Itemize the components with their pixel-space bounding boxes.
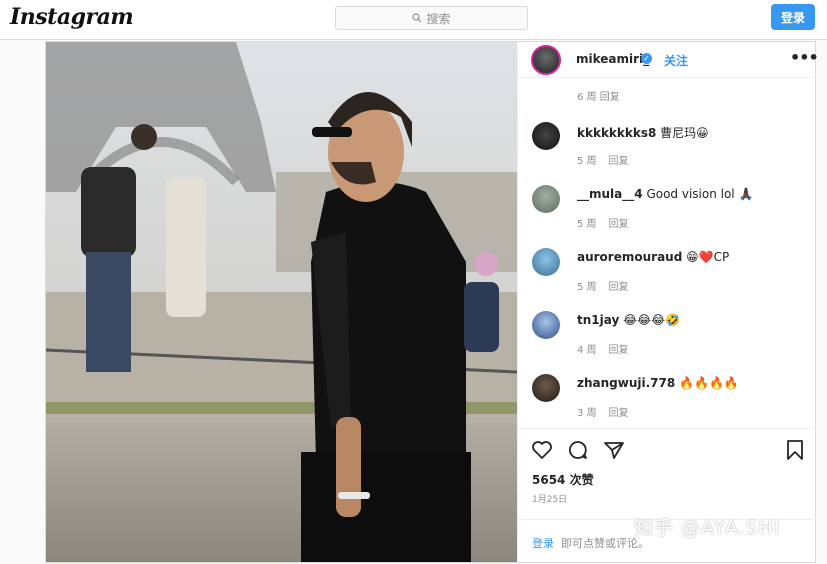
like-count[interactable]: 5654 次赞 [532, 471, 594, 488]
top-navigation-bar: Instagram 搜索 登录 [0, 0, 827, 40]
avatar[interactable] [532, 122, 560, 150]
bookmark-icon[interactable] [783, 438, 807, 462]
comment-item: tn1jay 😂😂😂🤣 4 周 回复 [518, 308, 816, 368]
comment-item: __mula__4 Good vision lol 🙏🏿 5 周 回复 [518, 182, 816, 242]
comment-username[interactable]: auroremouraud [577, 250, 682, 264]
reply-button[interactable]: 回复 [609, 282, 629, 293]
comment-item: kkkkkkkks8 曹尼玛😀 5 周 回复 [518, 119, 816, 179]
search-placeholder: 搜索 [426, 11, 451, 26]
reply-button[interactable]: 回复 [609, 345, 629, 356]
comment-text: Good vision lol 🙏🏿 [646, 187, 754, 201]
comment-time: 5 周 [577, 219, 597, 230]
post-card: mikeamiri_ ✓ 关注 ••• 6 周 回复 kkkkkkkks8 曹尼… [45, 41, 819, 563]
author-avatar[interactable] [531, 45, 561, 75]
instagram-logo[interactable]: Instagram [10, 4, 134, 30]
comment-item: zhangwuji.778 🔥🔥🔥🔥 3 周 回复 [518, 371, 816, 427]
author-username[interactable]: mikeamiri_ [576, 52, 649, 66]
post-date: 1月25日 [532, 495, 568, 505]
login-button[interactable]: 登录 [771, 4, 815, 30]
heart-icon[interactable] [530, 438, 554, 462]
comment-icon[interactable] [566, 438, 590, 462]
more-icon[interactable]: ••• [790, 48, 819, 67]
comment-text: 曹尼玛😀 [660, 126, 709, 140]
reply-button[interactable]: 回复 [609, 219, 629, 230]
comment-username[interactable]: tn1jay [577, 313, 619, 327]
avatar[interactable] [532, 185, 560, 213]
watermark: 知乎 @AYA.SHI [634, 517, 781, 539]
comment-list[interactable]: 6 周 回复 kkkkkkkks8 曹尼玛😀 5 周回复 __mula__4 G… [518, 79, 816, 427]
comment-time: 5 周 [577, 282, 597, 293]
comment-time: 4 周 [577, 345, 597, 356]
partial-comment-meta: 6 周 回复 [577, 92, 620, 103]
comment-text: 😂😂😂🤣 [623, 313, 681, 327]
search-input[interactable]: 搜索 [335, 6, 528, 30]
follow-button[interactable]: 关注 [664, 52, 688, 69]
post-header: mikeamiri_ ✓ 关注 ••• [518, 42, 819, 78]
post-sidebar: mikeamiri_ ✓ 关注 ••• 6 周 回复 kkkkkkkks8 曹尼… [517, 42, 819, 562]
avatar[interactable] [532, 311, 560, 339]
post-photo[interactable] [46, 42, 517, 562]
comment-username[interactable]: __mula__4 [577, 187, 643, 201]
reply-button[interactable]: 回复 [609, 156, 629, 167]
search-icon [412, 13, 422, 23]
comment-text: 🔥🔥🔥🔥 [679, 376, 739, 390]
avatar[interactable] [532, 248, 560, 276]
verified-icon: ✓ [641, 53, 652, 64]
comment-username[interactable]: kkkkkkkks8 [577, 126, 656, 140]
action-bar: 5654 次赞 1月25日 登录 即可点赞或评论。 [518, 428, 816, 562]
comment-time: 3 周 [577, 408, 597, 419]
avatar[interactable] [532, 374, 560, 402]
comment-username[interactable]: zhangwuji.778 [577, 376, 675, 390]
login-link[interactable]: 登录 [532, 535, 554, 551]
reply-button[interactable]: 回复 [609, 408, 629, 419]
comment-time: 5 周 [577, 156, 597, 167]
share-icon[interactable] [602, 438, 626, 462]
comment-item: auroremouraud 😁❤️CP 5 周 回复 [518, 245, 816, 305]
comment-text: 😁❤️CP [686, 250, 730, 264]
